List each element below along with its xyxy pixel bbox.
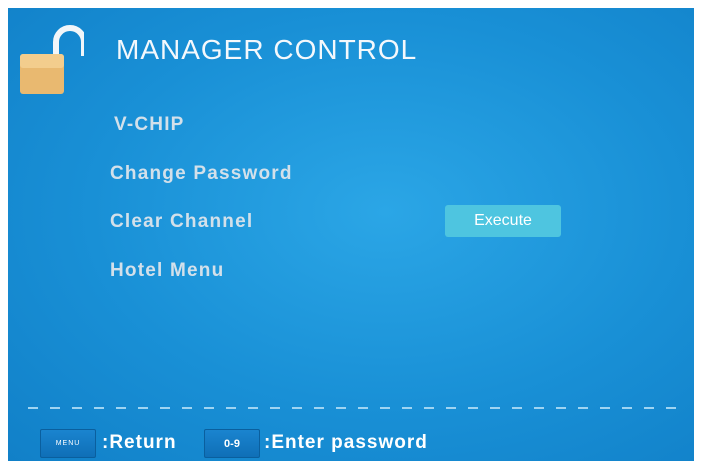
digit-key-badge: 0-9 bbox=[204, 429, 260, 458]
manager-control-screen: MANAGER CONTROL V-CHIP Change Password C… bbox=[8, 8, 694, 461]
page-title: MANAGER CONTROL bbox=[116, 34, 418, 65]
lock-icon bbox=[20, 22, 87, 98]
footer-divider bbox=[28, 407, 688, 409]
menu-item-change-password[interactable]: Change Password bbox=[110, 163, 293, 185]
enter-password-hint: :Enter password bbox=[264, 432, 428, 453]
execute-button[interactable]: Execute bbox=[445, 205, 561, 237]
menu-item-vchip[interactable]: V-CHIP bbox=[114, 114, 185, 136]
return-hint: :Return bbox=[102, 432, 177, 453]
menu-key-badge: MENU bbox=[40, 429, 96, 458]
menu-item-hotel-menu[interactable]: Hotel Menu bbox=[110, 260, 224, 282]
menu-item-clear-channel[interactable]: Clear Channel bbox=[110, 211, 253, 233]
